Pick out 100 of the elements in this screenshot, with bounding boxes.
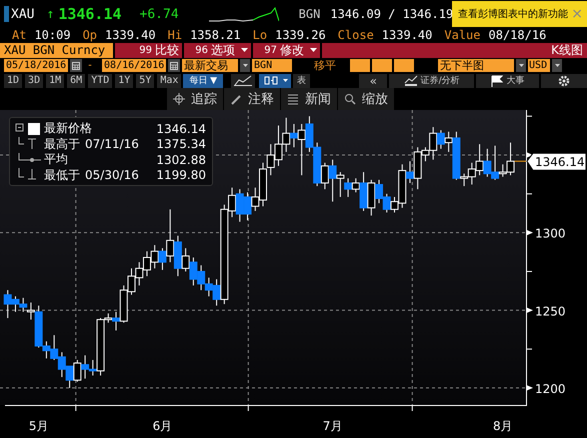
line-chart-icon	[234, 75, 252, 86]
tool-button[interactable]: 新闻	[280, 88, 337, 110]
axis-label: 1300	[535, 226, 566, 241]
moving-average-label: 移平	[314, 58, 336, 73]
candlestick	[320, 162, 329, 190]
stat-label: Op	[82, 28, 98, 42]
dropdown-button[interactable]	[240, 59, 250, 72]
tooltip-text: 查看彭博图表中的新功能	[458, 8, 568, 21]
legend-date: 05/30/16	[85, 168, 139, 182]
source-field[interactable]: BGN	[252, 59, 292, 72]
axis-label: 7月	[322, 419, 342, 433]
ticker-marker	[4, 6, 9, 22]
legend-label: 最低于	[44, 166, 80, 184]
table-button[interactable]: 表	[292, 74, 310, 88]
dropdown-button[interactable]	[516, 59, 526, 72]
period-button[interactable]: 5Y	[136, 74, 154, 88]
price-type-dropdown[interactable]: 最新交易	[182, 59, 238, 72]
period-button[interactable]: 1M	[46, 74, 64, 88]
candlestick-button[interactable]	[258, 74, 291, 88]
average-field[interactable]	[372, 59, 392, 72]
dropdown-button[interactable]	[552, 59, 562, 72]
stat-label: Close	[338, 28, 374, 42]
tool-button[interactable]: 缩放	[337, 88, 394, 110]
lower-chart-dropdown[interactable]: 无下半图	[438, 59, 514, 72]
calendar-button[interactable]	[70, 59, 82, 72]
crosshair-icon	[173, 93, 185, 105]
menu-button[interactable]: 99 比较	[115, 42, 182, 58]
legend-label: 最新价格	[44, 120, 92, 138]
pencil-icon	[230, 93, 242, 105]
price-tag: 1346.14	[526, 152, 586, 171]
period-button[interactable]: 3D	[25, 74, 44, 88]
ticker: XAU	[11, 6, 34, 22]
calendar-icon	[72, 62, 80, 70]
stat-value: 1339.40	[382, 28, 432, 42]
period-button[interactable]: 1D	[4, 74, 22, 88]
price-source: BGN	[298, 7, 320, 21]
frequency-dropdown[interactable]: 每日 ▼	[183, 74, 223, 88]
stat-value: 1339.26	[275, 28, 326, 42]
legend-icon	[15, 122, 43, 136]
candlestick	[182, 248, 190, 272]
stat-label: Hi	[168, 28, 182, 42]
lines-icon	[287, 93, 299, 105]
caret-icon	[241, 48, 248, 52]
legend-value: 1375.34	[156, 137, 206, 152]
date-separator: -	[87, 60, 94, 71]
search-icon	[344, 93, 356, 105]
last-price: 1346.14	[58, 5, 122, 23]
candlestick	[166, 208, 174, 263]
legend-value: 1199.80	[156, 168, 206, 182]
axis-label: 5月	[28, 419, 48, 433]
menu-button[interactable]: 97 修改	[253, 42, 320, 58]
period-button[interactable]: YTD	[88, 74, 112, 88]
price-change: +6.74	[140, 6, 179, 22]
back-button[interactable]: «	[359, 74, 388, 88]
period-button[interactable]: 6M	[67, 74, 86, 88]
chart-icon	[404, 75, 418, 86]
last-price-line	[514, 160, 526, 162]
period-button[interactable]: 1Y	[115, 74, 134, 88]
average-field[interactable]	[394, 59, 414, 72]
tool-button[interactable]: 注释	[223, 88, 280, 110]
menu-button[interactable]: 96 选项	[184, 42, 251, 58]
up-arrow: ↑	[46, 6, 54, 22]
candlestick	[444, 131, 453, 152]
calendar-button[interactable]	[168, 59, 180, 72]
line-chart-button[interactable]	[230, 74, 255, 88]
bid-ask: 1346.09 / 1346.19	[330, 7, 454, 21]
chart-title-bar: K线图	[322, 42, 587, 58]
events-button[interactable]: 大事	[476, 74, 540, 88]
candlestick	[336, 172, 344, 198]
average-field[interactable]	[350, 59, 370, 72]
tool-button[interactable]: 追踪	[166, 88, 223, 110]
flag-icon	[491, 74, 504, 86]
candlestick-icon	[262, 75, 280, 86]
settings-icon	[558, 74, 570, 86]
legend-value: 1302.88	[156, 152, 206, 167]
stat-label: At	[12, 28, 26, 42]
stat-value: 1358.21	[190, 28, 241, 42]
candlestick	[298, 123, 306, 176]
axis-label: 8月	[492, 419, 513, 433]
caret-icon	[554, 64, 560, 67]
analysis-button[interactable]: 证券/分析	[389, 74, 474, 88]
legend-label: 平均	[44, 151, 68, 168]
stat-value: 1339.40	[105, 28, 156, 42]
caret-icon	[518, 64, 524, 67]
axis-label: 1200	[535, 382, 566, 396]
stat-value: 08/18/16	[488, 28, 546, 42]
security-field[interactable]: XAU BGN Curncy	[0, 42, 113, 58]
end-date-field[interactable]: 08/16/2016	[102, 59, 166, 72]
currency-dropdown[interactable]: USD	[528, 59, 550, 72]
caret-icon	[310, 48, 317, 52]
legend-date: 07/11/16	[85, 137, 139, 152]
start-date-field[interactable]: 05/18/2016	[4, 59, 68, 72]
stat-value: 10:09	[34, 28, 71, 42]
candlestick	[352, 178, 360, 193]
settings-button[interactable]	[541, 74, 587, 88]
period-button[interactable]: Max	[157, 74, 182, 88]
candlestick	[26, 302, 35, 320]
calendar-icon	[170, 62, 178, 70]
axis-label: 6月	[152, 419, 172, 433]
stat-label: Value	[444, 28, 480, 42]
